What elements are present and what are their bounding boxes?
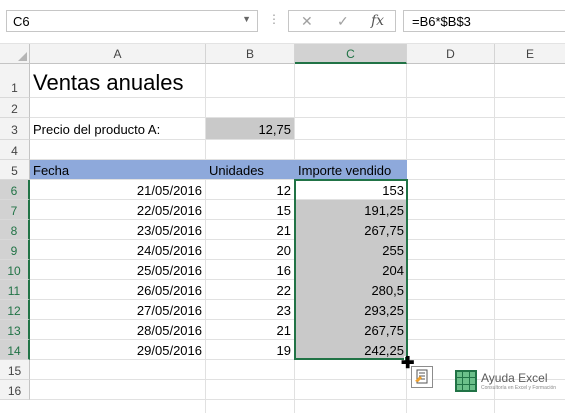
row-header-6[interactable]: 6 xyxy=(0,180,30,200)
cell-unidades[interactable]: 22 xyxy=(206,283,294,299)
cell-fecha[interactable]: 23/05/2016 xyxy=(30,223,205,239)
name-box-value: C6 xyxy=(13,14,30,29)
row-header-7[interactable]: 7 xyxy=(0,200,30,220)
watermark-tagline: Consultoría en Excel y Formación xyxy=(481,384,557,391)
cell-fecha[interactable]: 24/05/2016 xyxy=(30,243,205,259)
watermark: Ayuda Excel Consultoría en Excel y Forma… xyxy=(455,370,556,392)
gridline xyxy=(30,117,565,118)
select-all-button[interactable] xyxy=(0,44,30,64)
cell-unidades[interactable]: 21 xyxy=(206,223,294,239)
cell-fecha[interactable]: 26/05/2016 xyxy=(30,283,205,299)
row-header-10[interactable]: 10 xyxy=(0,260,30,280)
cell-fecha[interactable]: 28/05/2016 xyxy=(30,323,205,339)
header-fecha[interactable]: Fecha xyxy=(30,163,205,179)
row-header-4[interactable]: 4 xyxy=(0,140,30,160)
cancel-icon[interactable]: ✕ xyxy=(301,13,313,30)
row-header-11[interactable]: 11 xyxy=(0,280,30,300)
sheet-title[interactable]: Ventas anuales xyxy=(30,70,330,100)
cell-unidades[interactable]: 12 xyxy=(206,183,294,199)
insert-function-icon[interactable]: fx xyxy=(371,13,384,29)
row-header-2[interactable]: 2 xyxy=(0,98,30,118)
row-header-8[interactable]: 8 xyxy=(0,220,30,240)
cell-fecha[interactable]: 21/05/2016 xyxy=(30,183,205,199)
formula-bar-area: C6 ▼ ⋮ ✕ ✓ fx =B6*$B$3 xyxy=(0,0,565,44)
cell-unidades[interactable]: 23 xyxy=(206,303,294,319)
row-header-3[interactable]: 3 xyxy=(0,118,30,140)
row-header-1[interactable]: 1 xyxy=(0,64,30,98)
row-header-5[interactable]: 5 xyxy=(0,160,30,180)
formula-input[interactable]: =B6*$B$3 xyxy=(403,10,565,32)
gridline xyxy=(30,399,565,400)
column-header-c[interactable]: C xyxy=(295,44,407,64)
price-label[interactable]: Precio del producto A: xyxy=(30,122,205,138)
cell-unidades[interactable]: 21 xyxy=(206,323,294,339)
row-header-15[interactable]: 15 xyxy=(0,360,30,380)
quick-analysis-button[interactable] xyxy=(411,366,433,388)
watermark-brand: Ayuda Excel xyxy=(481,370,548,385)
row-header-12[interactable]: 12 xyxy=(0,300,30,320)
row-header-13[interactable]: 13 xyxy=(0,320,30,340)
row-header-9[interactable]: 9 xyxy=(0,240,30,260)
cell-fecha[interactable]: 29/05/2016 xyxy=(30,343,205,359)
enter-icon[interactable]: ✓ xyxy=(337,13,349,30)
formula-buttons: ✕ ✓ fx xyxy=(288,10,396,32)
cell-unidades[interactable]: 20 xyxy=(206,243,294,259)
row-header-16[interactable]: 16 xyxy=(0,380,30,400)
name-box[interactable]: C6 ▼ xyxy=(6,10,258,32)
column-header-d[interactable]: D xyxy=(407,44,495,64)
ayuda-excel-logo-icon xyxy=(455,370,477,392)
column-header-a[interactable]: A xyxy=(30,44,206,64)
cell-unidades[interactable]: 19 xyxy=(206,343,294,359)
formula-text: =B6*$B$3 xyxy=(412,14,471,29)
row-header-14[interactable]: 14 xyxy=(0,340,30,360)
column-header-b[interactable]: B xyxy=(206,44,295,64)
cell-unidades[interactable]: 15 xyxy=(206,203,294,219)
watermark-text: Ayuda Excel Consultoría en Excel y Forma… xyxy=(481,370,557,391)
quick-analysis-icon xyxy=(415,369,428,384)
chevron-down-icon[interactable]: ▼ xyxy=(242,14,251,24)
price-value[interactable]: 12,75 xyxy=(206,122,294,138)
cell-fecha[interactable]: 22/05/2016 xyxy=(30,203,205,219)
column-header-e[interactable]: E xyxy=(495,44,565,64)
cell-unidades[interactable]: 16 xyxy=(206,263,294,279)
header-unidades[interactable]: Unidades xyxy=(206,163,294,179)
gridline xyxy=(30,139,565,140)
more-options-icon[interactable]: ⋮ xyxy=(268,12,280,26)
cell-fecha[interactable]: 27/05/2016 xyxy=(30,303,205,319)
cell-fecha[interactable]: 25/05/2016 xyxy=(30,263,205,279)
selection-range[interactable] xyxy=(294,179,408,360)
header-importe[interactable]: Importe vendido xyxy=(295,163,407,179)
